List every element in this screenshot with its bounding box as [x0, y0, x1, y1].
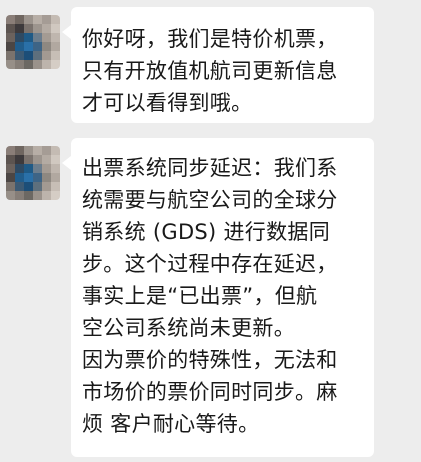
message-text: 出票系统同步延迟：我们系 统需要与航空公司的全球分 销系统 (GDS) 进行数据…: [82, 156, 338, 436]
message-bubble[interactable]: 你好呀，我们是特价机票， 只有开放值机航司更新信息 才可以看得到哦。: [62, 7, 374, 123]
message-bubble[interactable]: 出票系统同步延迟：我们系 统需要与航空公司的全球分 销系统 (GDS) 进行数据…: [62, 138, 374, 457]
avatar[interactable]: [6, 146, 60, 200]
chat-message-1: 你好呀，我们是特价机票， 只有开放值机航司更新信息 才可以看得到哦。: [0, 7, 421, 127]
chat-screen: { "messages": [ { "sender": "agent", "te…: [0, 0, 421, 462]
message-text: 你好呀，我们是特价机票， 只有开放值机航司更新信息 才可以看得到哦。: [82, 27, 338, 115]
chat-message-2: 出票系统同步延迟：我们系 统需要与航空公司的全球分 销系统 (GDS) 进行数据…: [0, 138, 421, 462]
avatar[interactable]: [6, 15, 60, 69]
